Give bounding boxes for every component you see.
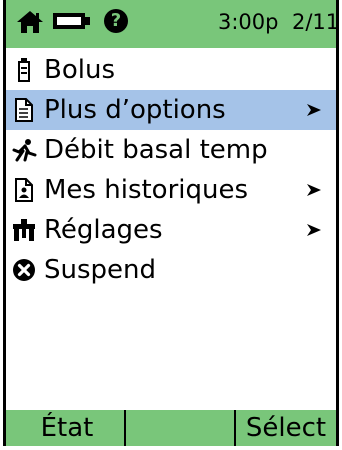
battery-icon (52, 12, 92, 34)
temp-basal-icon (8, 130, 40, 170)
main-menu: Bolus Plus d’options Débit basal temp Me… (6, 50, 336, 290)
menu-item-suspend[interactable]: Suspend (6, 250, 336, 290)
home-icon[interactable] (16, 10, 44, 38)
history-icon (8, 170, 40, 210)
softkey-status-button[interactable]: État (10, 410, 126, 446)
menu-item-history[interactable]: Mes historiques (6, 170, 336, 210)
settings-icon (8, 210, 40, 250)
menu-item-label: Réglages (44, 215, 163, 245)
menu-item-settings[interactable]: Réglages (6, 210, 336, 250)
bolus-icon (8, 50, 40, 90)
menu-item-temp-basal[interactable]: Débit basal temp (6, 130, 336, 170)
device-screen: ? 3:00p 2/11 Bolus Plus d’options Débit … (3, 0, 339, 446)
page-indicator: 2/11 (292, 10, 340, 34)
clock-time: 3:00p (218, 10, 279, 34)
submenu-arrow-icon (306, 182, 322, 202)
submenu-arrow-icon (306, 222, 322, 242)
softkey-select-button[interactable]: Sélect (234, 410, 336, 446)
help-icon[interactable]: ? (104, 9, 128, 33)
submenu-arrow-icon (306, 102, 322, 122)
menu-item-label: Plus d’options (44, 95, 226, 125)
menu-item-label: Mes historiques (44, 175, 249, 205)
menu-item-label: Débit basal temp (44, 135, 268, 165)
status-bar: ? 3:00p 2/11 (6, 0, 340, 48)
menu-item-label: Suspend (44, 255, 157, 285)
suspend-icon (8, 250, 40, 290)
menu-item-label: Bolus (44, 55, 115, 85)
menu-item-more-options[interactable]: Plus d’options (6, 90, 336, 130)
menu-item-bolus[interactable]: Bolus (6, 50, 336, 90)
more-options-icon (8, 90, 40, 130)
softkey-bar: État Sélect (6, 410, 336, 446)
